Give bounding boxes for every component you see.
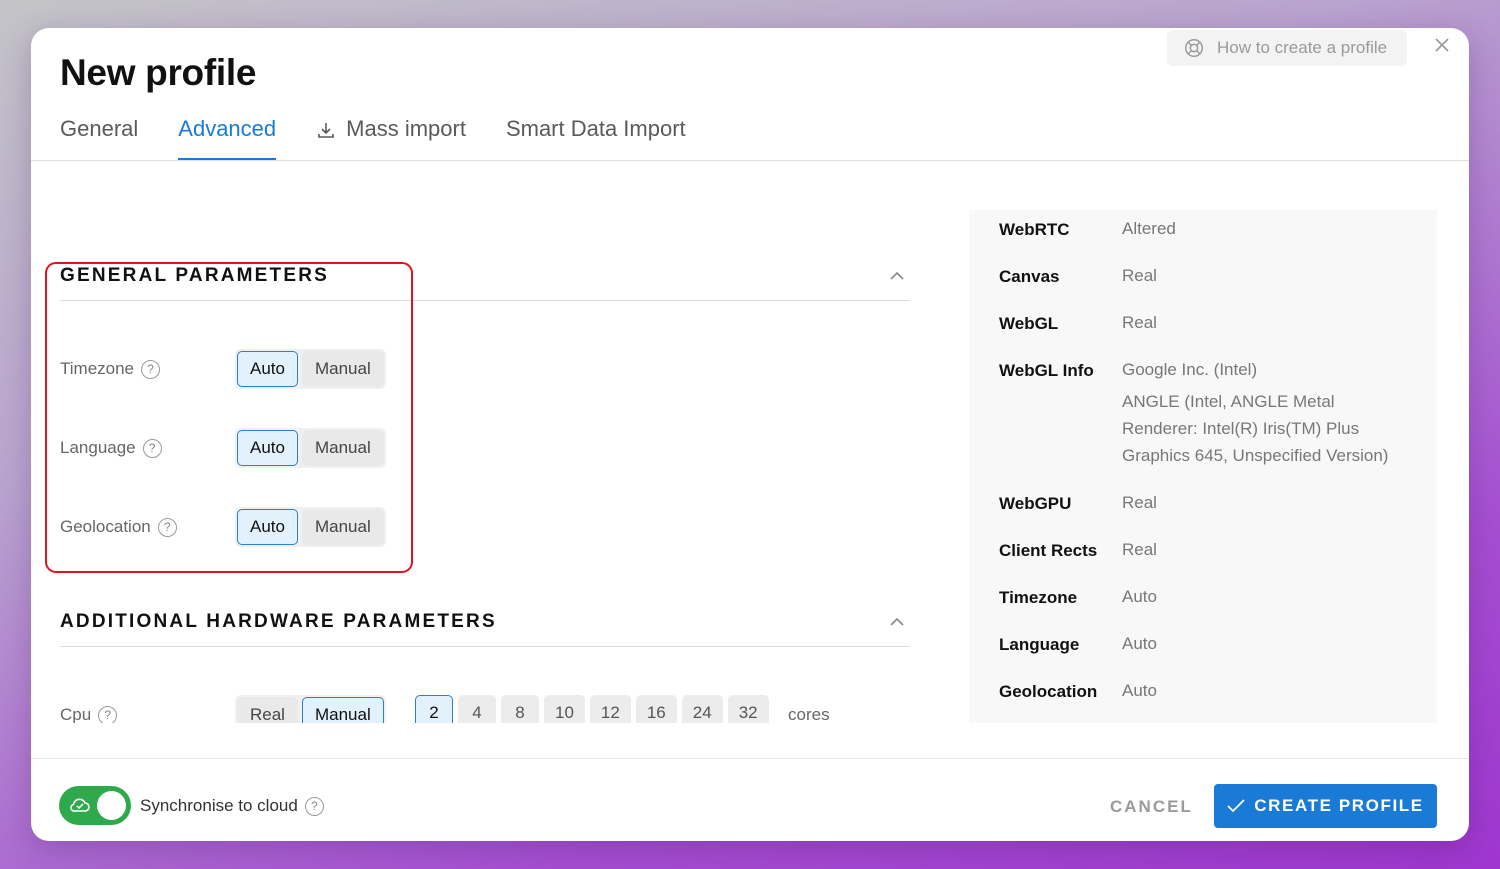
cpu-real-option[interactable]: Real <box>237 697 298 723</box>
webgl-vendor: Google Inc. (Intel) <box>1122 360 1258 379</box>
cores-unit-label: cores <box>788 705 830 723</box>
cpu-cores-selector: 2 4 8 10 12 16 24 32 <box>415 695 769 723</box>
summary-value: Auto <box>1122 681 1157 700</box>
create-profile-label: CREATE PROFILE <box>1254 796 1424 815</box>
help-icon[interactable]: ? <box>98 705 118 723</box>
summary-key: WebGL <box>999 314 1059 333</box>
chevron-up-icon[interactable] <box>888 613 906 631</box>
footer-divider <box>31 758 1469 759</box>
tab-general[interactable]: General <box>60 112 138 161</box>
help-icon[interactable]: ? <box>304 796 324 816</box>
tab-advanced-label: Advanced <box>178 116 277 141</box>
tab-mass-import-label: Mass import <box>346 116 466 141</box>
tab-advanced[interactable]: Advanced <box>178 112 276 161</box>
cpu-manual-option[interactable]: Manual <box>301 697 384 723</box>
dialog-title: New profile <box>60 52 257 93</box>
summary-key: Client Rects <box>999 541 1098 560</box>
summary-value: Real <box>1122 313 1157 332</box>
tab-general-label: General <box>60 116 139 141</box>
check-icon <box>1227 799 1245 813</box>
summary-value: Real <box>1122 540 1157 559</box>
summary-key: Language <box>999 635 1080 654</box>
sync-cloud-toggle[interactable] <box>59 786 131 825</box>
summary-key: WebRTC <box>999 220 1070 239</box>
summary-value: Auto <box>1122 587 1157 606</box>
cloud-check-icon <box>70 798 90 812</box>
core-option[interactable]: 24 <box>681 695 723 723</box>
tab-bar: General Advanced Mass import Smart Data … <box>60 112 726 161</box>
cpu-row: Cpu? Real Manual 2 4 8 10 12 16 24 32 co… <box>60 695 910 723</box>
summary-value: Auto <box>1122 634 1157 653</box>
how-to-create-label: How to create a profile <box>1217 38 1388 57</box>
download-icon <box>318 123 334 138</box>
summary-value: Real <box>1122 266 1157 285</box>
core-option[interactable]: 32 <box>727 695 769 723</box>
chevron-up-icon[interactable] <box>888 267 906 285</box>
hardware-parameters-header[interactable]: ADDITIONAL HARDWARE PARAMETERS <box>60 603 910 647</box>
summary-key: Geolocation <box>999 682 1098 701</box>
cpu-label: Cpu? <box>60 705 118 723</box>
tab-smart-data-import[interactable]: Smart Data Import <box>506 112 686 161</box>
summary-value: Altered <box>1122 219 1176 238</box>
close-icon[interactable] <box>1431 34 1453 56</box>
core-option[interactable]: 2 <box>415 695 453 723</box>
cpu-label-text: Cpu <box>60 705 92 723</box>
summary-key: WebGPU <box>999 494 1072 513</box>
cancel-button[interactable]: CANCEL <box>1110 797 1193 817</box>
toggle-knob <box>97 791 126 820</box>
highlight-box <box>45 262 413 573</box>
summary-value: Google Inc. (Intel) ANGLE (Intel, ANGLE … <box>1122 356 1412 469</box>
how-to-create-button[interactable]: How to create a profile <box>1167 30 1407 66</box>
core-option[interactable]: 12 <box>589 695 631 723</box>
summary-key: Timezone <box>999 588 1078 607</box>
webgl-renderer: ANGLE (Intel, ANGLE Metal Renderer: Inte… <box>1122 392 1389 465</box>
tab-mass-import[interactable]: Mass import <box>316 112 466 161</box>
create-profile-button[interactable]: CREATE PROFILE <box>1214 784 1437 828</box>
sync-cloud-text: Synchronise to cloud <box>140 796 298 815</box>
core-option[interactable]: 4 <box>458 695 496 723</box>
tab-smart-data-import-label: Smart Data Import <box>505 116 686 141</box>
core-option[interactable]: 10 <box>544 695 585 723</box>
sync-cloud-label: Synchronise to cloud ? <box>140 796 324 816</box>
summary-key: Canvas <box>999 267 1060 286</box>
hardware-parameters-title: ADDITIONAL HARDWARE PARAMETERS <box>60 611 497 632</box>
summary-value: Real <box>1122 493 1157 512</box>
cpu-mode-toggle: Real Manual <box>235 695 386 723</box>
core-option[interactable]: 16 <box>635 695 677 723</box>
summary-key: WebGL Info <box>999 361 1094 380</box>
profile-summary-panel[interactable]: WebRTC Altered Canvas Real WebGL Real WebGL… <box>969 210 1437 723</box>
lifebuoy-icon <box>1185 39 1203 57</box>
core-option[interactable]: 8 <box>501 695 539 723</box>
